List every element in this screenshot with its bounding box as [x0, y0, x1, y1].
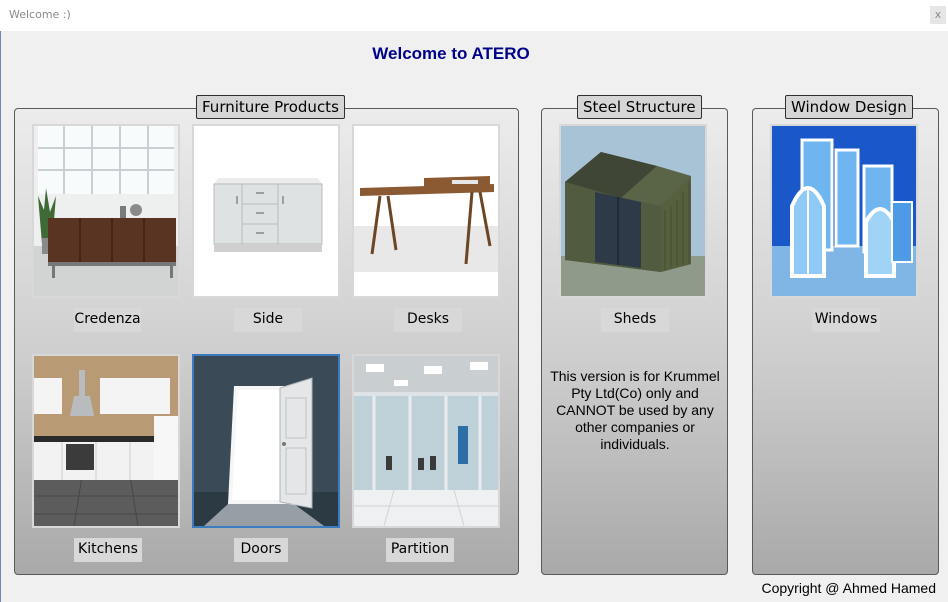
sheds-label[interactable]: Sheds — [601, 308, 669, 332]
side-cabinet-photo — [194, 126, 338, 296]
door-photo — [194, 356, 338, 526]
close-button[interactable]: x — [930, 6, 946, 24]
license-notice: This version is for Krummel Pty Ltd(Co) … — [550, 368, 720, 452]
windows-image-button[interactable] — [770, 124, 918, 298]
doors-image-button[interactable] — [192, 354, 340, 528]
title-bar: Welcome :) x — [0, 0, 948, 31]
desk-photo — [354, 126, 498, 296]
steel-shed-photo — [561, 126, 705, 296]
page-title: Welcome to ATERO — [372, 44, 530, 63]
side-image-button[interactable] — [192, 124, 340, 298]
kitchens-label[interactable]: Kitchens — [74, 538, 142, 562]
partition-image-button[interactable] — [352, 354, 500, 528]
partition-label[interactable]: Partition — [386, 538, 454, 562]
kitchen-photo — [34, 356, 178, 526]
furniture-products-legend: Furniture Products — [196, 95, 345, 119]
credenza-label[interactable]: Credenza — [74, 308, 141, 332]
kitchens-image-button[interactable] — [32, 354, 180, 528]
windows-label[interactable]: Windows — [812, 308, 880, 332]
windows-photo — [772, 126, 916, 296]
window-title: Welcome :) — [9, 8, 71, 21]
doors-label[interactable]: Doors — [234, 538, 288, 562]
credenza-image-button[interactable] — [32, 124, 180, 298]
sheds-image-button[interactable] — [559, 124, 707, 298]
credenza-photo — [34, 126, 178, 296]
desks-image-button[interactable] — [352, 124, 500, 298]
side-label[interactable]: Side — [234, 308, 302, 332]
window-design-legend: Window Design — [785, 95, 913, 119]
copyright-text: Copyright @ Ahmed Hamed — [761, 580, 936, 596]
steel-structure-legend: Steel Structure — [577, 95, 702, 119]
glass-partition-photo — [354, 356, 498, 526]
desks-label[interactable]: Desks — [394, 308, 462, 332]
